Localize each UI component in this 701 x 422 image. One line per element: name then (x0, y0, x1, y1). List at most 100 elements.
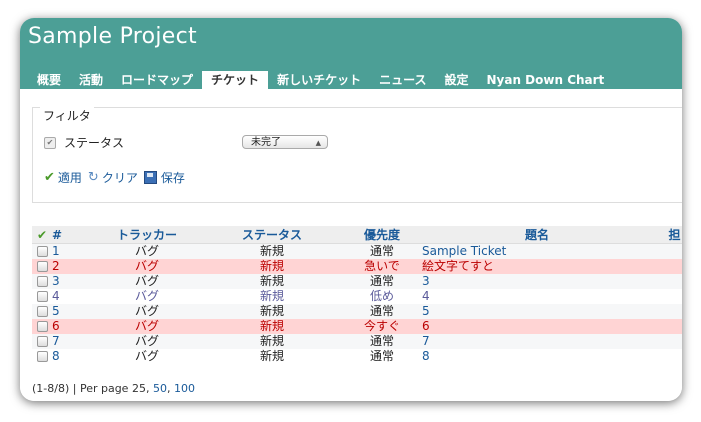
pagination-summary: (1-8/8) | Per page 25, (32, 382, 150, 395)
issue-assignee (652, 243, 682, 259)
status-select-value: 未完了 (251, 137, 281, 148)
tab-activity[interactable]: 活動 (70, 71, 112, 89)
issue-assignee (652, 259, 682, 274)
issue-priority: 通常 (342, 349, 422, 364)
issue-status: 新規 (259, 289, 284, 303)
row-checkbox[interactable] (32, 274, 52, 289)
issue-priority: 通常 (342, 334, 422, 349)
pagination: (1-8/8) | Per page 25, 50, 100 (32, 382, 195, 395)
tab-new-issue[interactable]: 新しいチケット (268, 71, 370, 89)
status-filter-label: ステータス (64, 136, 125, 150)
column-assignee[interactable]: 担 (652, 226, 682, 244)
per-page-100-link[interactable]: 100 (174, 382, 195, 395)
table-row[interactable]: 2 バグ 新規 急いで 絵文字てすと (32, 259, 682, 274)
tab-nyan-down-chart[interactable]: Nyan Down Chart (478, 71, 614, 89)
save-button[interactable]: 保存 (143, 169, 185, 186)
issue-subject-link[interactable]: Sample Ticket (422, 243, 652, 259)
issue-subject-link[interactable]: 4 (422, 289, 652, 304)
issue-tracker: バグ (92, 259, 202, 274)
issue-assignee (652, 334, 682, 349)
table-row[interactable]: 8 バグ 新規 通常 8 (32, 349, 682, 364)
clear-label: クリア (101, 171, 138, 185)
issue-status: 新規 (202, 304, 342, 319)
filter-legend[interactable]: フィルタ (40, 107, 94, 124)
column-priority[interactable]: 優先度 (342, 226, 422, 244)
issue-status: 新規 (202, 319, 342, 334)
clear-button[interactable]: ↻ クリア (88, 169, 138, 186)
table-row[interactable]: 4 バグ 新規 低め 4 (32, 289, 682, 304)
toggle-all-checkbox[interactable]: ✔ (32, 226, 52, 244)
issue-priority: 通常 (342, 304, 422, 319)
issue-id-link[interactable]: 1 (52, 243, 92, 259)
header: Sample Project 概要 活動 ロードマップ チケット 新しいチケット… (20, 18, 682, 89)
main-menu: 概要 活動 ロードマップ チケット 新しいチケット ニュース 設定 Nyan D… (28, 71, 613, 89)
table-row[interactable]: 7 バグ 新規 通常 7 (32, 334, 682, 349)
issue-status: 新規 (202, 274, 342, 289)
apply-button[interactable]: ✔ 適用 (44, 169, 82, 186)
issue-status: 新規 (202, 349, 342, 364)
issue-priority: 急いで (342, 259, 422, 274)
row-checkbox[interactable] (32, 259, 52, 274)
issue-assignee (652, 304, 682, 319)
issue-id-link[interactable]: 6 (52, 319, 92, 334)
check-icon: ✔ (44, 170, 55, 185)
issue-status: 新規 (202, 259, 342, 274)
column-subject[interactable]: 題名 (422, 226, 652, 244)
main-content: フィルタ ✔ ステータス 未完了 ▲ ✔ 適用 ↻ クリア 保存 ✔ # トラッ… (20, 89, 682, 401)
issue-assignee (652, 349, 682, 364)
issue-subject-link[interactable]: 7 (422, 334, 652, 349)
table-header-row: ✔ # トラッカー ステータス 優先度 題名 担 (32, 226, 682, 244)
table-row[interactable]: 1 バグ 新規 通常 Sample Ticket (32, 243, 682, 259)
tab-roadmap[interactable]: ロードマップ (112, 71, 202, 89)
apply-label: 適用 (57, 171, 82, 185)
issue-assignee (652, 319, 682, 334)
row-checkbox[interactable] (32, 349, 52, 364)
issue-id-link[interactable]: 2 (52, 259, 92, 274)
issue-subject-link[interactable]: 8 (422, 349, 652, 364)
table-row[interactable]: 3 バグ 新規 通常 3 (32, 274, 682, 289)
column-id[interactable]: # (52, 226, 92, 244)
issue-subject-link[interactable]: 6 (422, 319, 652, 334)
row-checkbox[interactable] (32, 304, 52, 319)
project-title: Sample Project (28, 24, 197, 49)
app-window: Sample Project 概要 活動 ロードマップ チケット 新しいチケット… (20, 18, 682, 401)
issue-assignee (652, 289, 682, 304)
issues-table: ✔ # トラッカー ステータス 優先度 題名 担 1 バグ 新規 通常 Sample T… (32, 226, 682, 364)
row-checkbox[interactable] (32, 334, 52, 349)
issue-tracker: バグ (134, 289, 159, 303)
row-checkbox[interactable] (32, 319, 52, 334)
tab-issues[interactable]: チケット (202, 71, 269, 89)
issue-assignee (652, 274, 682, 289)
per-page-50-link[interactable]: 50 (153, 382, 167, 395)
issue-status: 新規 (202, 243, 342, 259)
row-checkbox[interactable] (32, 243, 52, 259)
issue-tracker: バグ (92, 274, 202, 289)
tab-overview[interactable]: 概要 (28, 71, 70, 89)
issue-priority: 通常 (342, 274, 422, 289)
issue-tracker: バグ (92, 319, 202, 334)
tab-settings[interactable]: 設定 (435, 71, 477, 89)
issue-id-link[interactable]: 3 (52, 274, 92, 289)
issue-subject-link[interactable]: 3 (422, 274, 652, 289)
table-row[interactable]: 6 バグ 新規 今すぐ 6 (32, 319, 682, 334)
issue-tracker: バグ (92, 349, 202, 364)
tab-news[interactable]: ニュース (370, 71, 435, 89)
issue-subject-link[interactable]: 5 (422, 304, 652, 319)
issue-tracker: バグ (92, 243, 202, 259)
save-label: 保存 (160, 171, 185, 185)
issue-priority: 今すぐ (342, 319, 422, 334)
filter-fieldset (32, 107, 682, 203)
issue-id-link[interactable]: 4 (52, 289, 92, 304)
table-row[interactable]: 5 バグ 新規 通常 5 (32, 304, 682, 319)
column-tracker[interactable]: トラッカー (92, 226, 202, 244)
column-status[interactable]: ステータス (202, 226, 342, 244)
issue-subject-link[interactable]: 絵文字てすと (422, 259, 652, 274)
issue-id-link[interactable]: 8 (52, 349, 92, 364)
row-checkbox[interactable] (32, 289, 52, 304)
issue-id-link[interactable]: 7 (52, 334, 92, 349)
save-icon (143, 171, 157, 184)
issue-status: 新規 (202, 334, 342, 349)
status-filter-checkbox[interactable]: ✔ (44, 137, 56, 149)
status-select[interactable]: 未完了 ▲ (242, 135, 328, 149)
issue-id-link[interactable]: 5 (52, 304, 92, 319)
